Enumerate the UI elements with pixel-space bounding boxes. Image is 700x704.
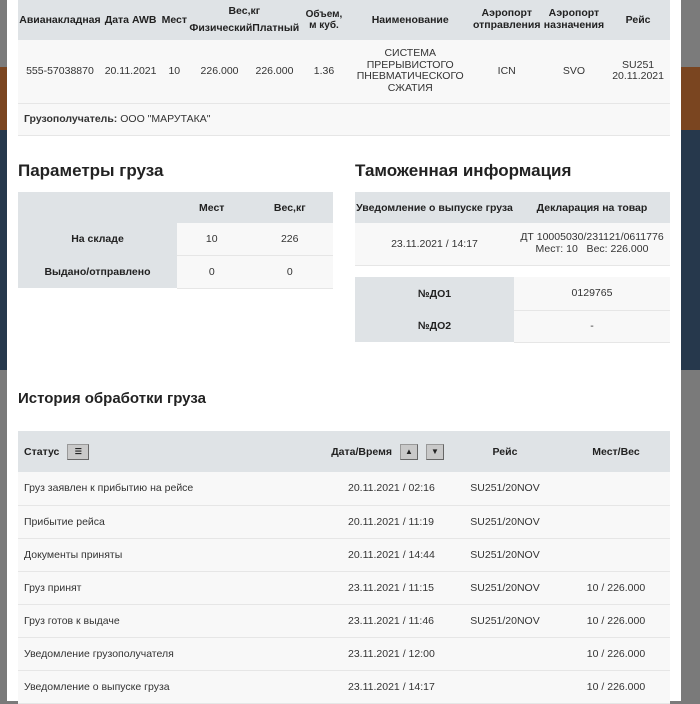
datetime-cell: 23.11.2021 / 11:15: [278, 571, 448, 605]
places-weight-cell: [562, 472, 670, 506]
places-weight-cell: 10 / 226.000: [562, 604, 670, 638]
places-weight-cell: 10 / 226.000: [562, 637, 670, 671]
awb-table: Авианакладная Дата AWB Мест Вес,кг Физиче…: [18, 0, 670, 136]
history-row: Прибытие рейса 20.11.2021 / 11:19 SU251/20…: [18, 505, 670, 539]
datetime-cell: 23.11.2021 / 12:00: [278, 637, 448, 671]
col-destination: Аэропорт назначения: [543, 7, 605, 31]
col-departure: Аэропорт отправления: [472, 7, 541, 31]
col-places: Мест: [161, 14, 188, 26]
status-cell: Уведомление грузополучателя: [18, 637, 278, 671]
history-row: Документы приняты 20.11.2021 / 14:44 SU251…: [18, 538, 670, 572]
cargo-params-table: Мест Вес,кг На складе 10 226 Выдано/отправл…: [18, 192, 333, 289]
flight-cell: SU251/20NOV: [448, 472, 562, 506]
status-cell: Документы приняты: [18, 538, 278, 572]
status-cell: Уведомление о выпуске груза: [18, 670, 278, 704]
history-row: Груз готов к выдаче 23.11.2021 / 11:46 SU2…: [18, 604, 670, 638]
datetime-cell: 23.11.2021 / 14:17: [278, 670, 448, 704]
flight-cell: SU251/20NOV: [448, 571, 562, 605]
col-weight: Вес,кг: [228, 5, 261, 17]
col-weight-paid: Платный: [252, 22, 300, 34]
awb-number: 555-57038870: [18, 40, 102, 104]
flight-cell: SU251/20NOV: [448, 604, 562, 638]
col-name: Наименование: [371, 14, 449, 26]
flight-cell: [448, 637, 562, 671]
col-volume: Объем, м куб.: [305, 9, 343, 31]
customs-title: Таможенная информация: [355, 161, 572, 180]
places-weight-cell: [562, 538, 670, 572]
release-date: 23.11.2021 / 14:17: [391, 237, 478, 250]
awb-goods-name: СИСТЕМА ПРЕРЫВИСТОГО ПНЕВМАТИЧЕСКОГО СЖА…: [348, 40, 472, 104]
cargo-details-modal: Авианакладная Дата AWB Мест Вес,кг Физиче…: [7, 0, 681, 704]
status-cell: Прибытие рейса: [18, 505, 278, 539]
awb-places: 10: [159, 40, 190, 104]
flight-cell: [448, 670, 562, 704]
history-row: Уведомление о выпуске груза 23.11.2021 / …: [18, 670, 670, 704]
awb-weight-physical: 226.000: [189, 40, 250, 104]
history-table: Статус ☰ Дата/Время ▲ ▼ Рейс Мест/Вес Груз …: [18, 431, 670, 704]
status-cell: Груз принят: [18, 571, 278, 605]
history-row: Уведомление грузополучателя 23.11.2021 / …: [18, 637, 670, 671]
awb-volume: 1.36: [299, 40, 349, 104]
flight-cell: SU251/20NOV: [448, 505, 562, 539]
status-cell: Груз заявлен к прибытию на рейсе: [18, 472, 278, 506]
awb-date: 20.11.2021: [101, 40, 160, 104]
declaration-details: Мест: 10 Вес: 226.000: [535, 242, 649, 255]
cargo-params-title: Параметры груза: [18, 161, 164, 180]
awb-destination: SVO: [541, 40, 607, 104]
history-title: История обработки груза: [18, 390, 206, 407]
places-weight-cell: [562, 505, 670, 539]
sort-descending-button[interactable]: ▼: [426, 443, 444, 460]
datetime-cell: 20.11.2021 / 02:16: [278, 472, 448, 506]
sort-ascending-button[interactable]: ▲: [400, 443, 418, 460]
customs-docs-table: №ДО1 0129765 №ДО2-: [355, 277, 670, 343]
history-row: Груз заявлен к прибытию на рейсе 20.11.20…: [18, 472, 670, 506]
places-weight-cell: 10 / 226.000: [562, 670, 670, 704]
awb-weight-paid: 226.000: [249, 40, 300, 104]
col-awb: Авианакладная: [19, 14, 101, 26]
customs-table: Уведомление о выпуске груза Декларация на…: [355, 192, 670, 266]
flight-cell: SU251/20NOV: [448, 538, 562, 572]
col-awb-date: Дата AWB: [104, 14, 157, 26]
consignee: Грузополучатель: ООО "МАРУТАКА": [24, 113, 211, 125]
datetime-cell: 20.11.2021 / 11:19: [278, 505, 448, 539]
history-row: Груз принят 23.11.2021 / 11:15 SU251/20NOV…: [18, 571, 670, 605]
places-weight-cell: 10 / 226.000: [562, 571, 670, 605]
col-weight-physical: Физический: [189, 22, 253, 34]
datetime-cell: 20.11.2021 / 14:44: [278, 538, 448, 572]
status-filter-button[interactable]: ☰: [67, 443, 90, 460]
col-flight: Рейс: [625, 14, 651, 26]
datetime-cell: 23.11.2021 / 11:46: [278, 604, 448, 638]
status-cell: Груз готов к выдаче: [18, 604, 278, 638]
awb-departure: ICN: [471, 40, 542, 104]
awb-flight: SU251 20.11.2021: [606, 40, 670, 104]
